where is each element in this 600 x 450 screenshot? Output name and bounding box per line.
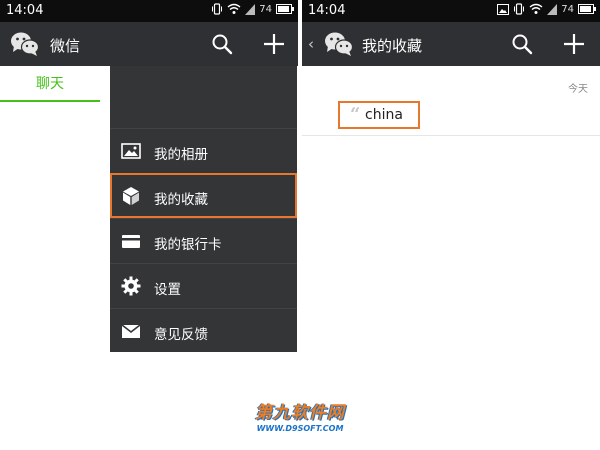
image-notification-icon — [497, 3, 510, 15]
watermark-main: 第九软件网 — [255, 403, 345, 423]
menu-item-label: 设置 — [154, 282, 181, 298]
status-bar: 14:04 74 — [302, 0, 600, 22]
vibrate-icon — [212, 3, 223, 15]
watermark-url: WWW.D9SOFT.COM — [256, 424, 344, 433]
battery-level: 74 — [259, 3, 272, 15]
menu-item-favorites[interactable]: 我的收藏 — [110, 173, 297, 218]
photo-album-icon — [121, 141, 141, 161]
menu-item-label: 我的收藏 — [154, 192, 208, 208]
main-screen: 14:04 74 微信 聊天 我的相册 我的收藏 我的银行卡 设置 意见反馈 — [0, 0, 298, 450]
wechat-logo-icon — [10, 31, 40, 61]
back-button[interactable]: ‹ — [308, 35, 314, 53]
app-bar: ‹ 我的收藏 — [302, 22, 600, 66]
popup-menu: 我的相册 我的收藏 我的银行卡 设置 意见反馈 — [110, 66, 297, 352]
app-bar: 微信 — [0, 22, 298, 66]
battery-icon — [578, 4, 596, 14]
search-icon[interactable] — [210, 32, 234, 56]
envelope-icon — [121, 321, 141, 341]
plus-icon[interactable] — [562, 32, 586, 56]
menu-item-album[interactable]: 我的相册 — [110, 128, 297, 173]
favorites-screen: 14:04 74 ‹ 我的收藏 今天 “ china — [302, 0, 600, 450]
watermark-logo: 第九软件网 WWW.D9SOFT.COM — [0, 398, 600, 433]
status-icons: 74 — [497, 3, 596, 15]
vibrate-icon — [514, 3, 525, 15]
menu-item-settings[interactable]: 设置 — [110, 263, 297, 308]
battery-level: 74 — [561, 3, 574, 15]
favorite-date: 今天 — [568, 84, 588, 95]
cube-icon — [121, 186, 141, 206]
status-time: 14:04 — [308, 3, 346, 18]
wechat-logo-icon — [324, 31, 354, 61]
app-title: 微信 — [50, 37, 81, 55]
favorite-text: china — [365, 107, 403, 123]
signal-icon — [245, 4, 256, 15]
favorite-item[interactable]: “ china — [302, 96, 600, 136]
quote-icon: “ — [350, 104, 361, 125]
menu-item-feedback[interactable]: 意见反馈 — [110, 308, 297, 353]
status-bar: 14:04 74 — [0, 0, 298, 22]
signal-icon — [547, 4, 558, 15]
page-title: 我的收藏 — [362, 37, 423, 55]
wifi-icon — [227, 3, 241, 14]
card-icon — [121, 231, 141, 251]
search-icon[interactable] — [510, 32, 534, 56]
gear-icon — [121, 276, 141, 296]
menu-top-blank — [110, 66, 297, 126]
tab-chat[interactable]: 聊天 — [0, 66, 100, 102]
status-time: 14:04 — [6, 3, 44, 18]
favorite-highlight-box: “ china — [338, 101, 420, 129]
battery-icon — [276, 4, 294, 14]
menu-item-bank-card[interactable]: 我的银行卡 — [110, 218, 297, 263]
status-icons: 74 — [211, 3, 294, 15]
menu-item-label: 我的银行卡 — [154, 237, 222, 253]
wifi-icon — [529, 3, 543, 14]
plus-icon[interactable] — [262, 32, 286, 56]
menu-item-label: 意见反馈 — [154, 327, 208, 343]
menu-item-label: 我的相册 — [154, 147, 208, 163]
